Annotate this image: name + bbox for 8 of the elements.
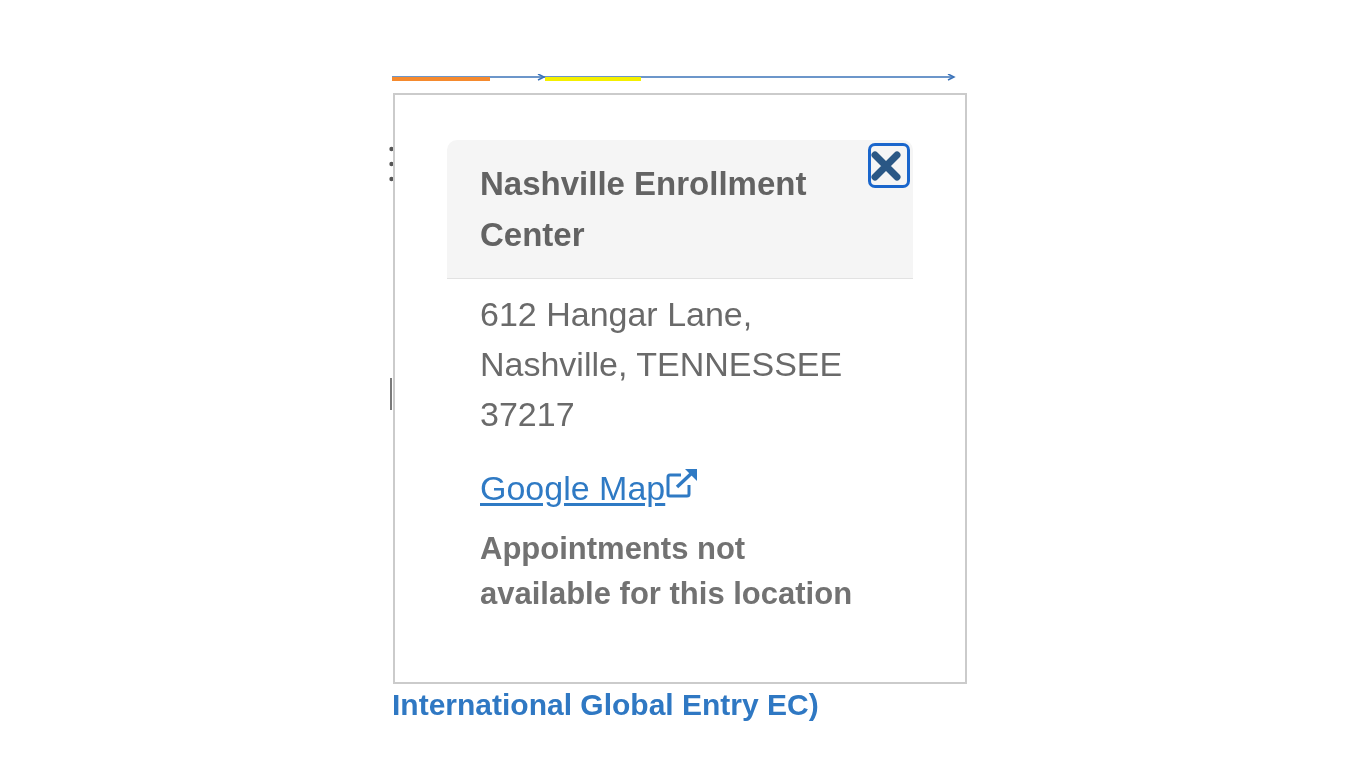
map-link[interactable]: Google Map: [480, 466, 700, 510]
popup-title: Nashville Enrollment Center: [480, 164, 808, 255]
dots-icon: [389, 146, 394, 182]
notice-text: Appointments not available for this location: [480, 530, 854, 613]
close-icon: [870, 149, 902, 182]
close-button[interactable]: [868, 143, 910, 188]
address-text: 612 Hangar Lane, Nashville, TENNESSEE 37217: [480, 294, 844, 435]
location-link[interactable]: International Global Entry EC): [392, 688, 819, 722]
